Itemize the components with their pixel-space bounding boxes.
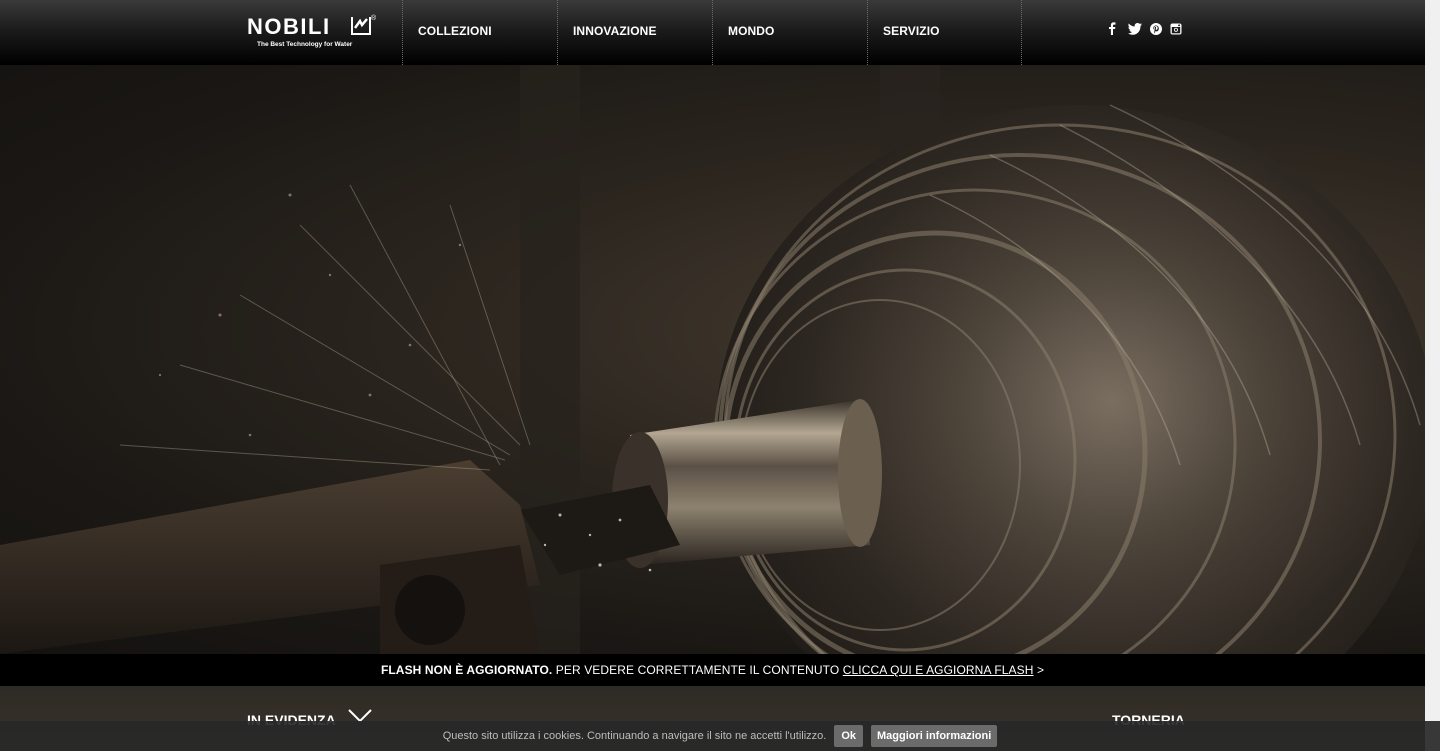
social-links (1108, 22, 1182, 36)
logo-mark-icon (351, 17, 371, 35)
logo-tagline: The Best Technology for Water (257, 41, 353, 48)
nav-item-servizio[interactable]: SERVIZIO (867, 0, 1022, 65)
logo-registered: ® (371, 15, 377, 22)
flash-update-link[interactable]: CLICCA QUI E AGGIORNA FLASH (843, 663, 1034, 677)
instagram-icon[interactable] (1170, 22, 1182, 36)
twitter-icon[interactable] (1128, 22, 1142, 36)
cookie-bar: Questo sito utilizza i cookies. Continua… (0, 721, 1440, 751)
hero-image (0, 65, 1425, 654)
pinterest-icon[interactable] (1150, 22, 1162, 36)
flash-notice-arrow: > (1033, 663, 1045, 677)
logo-wordmark: NOBILI (247, 14, 331, 39)
nobili-logo[interactable]: NOBILI ® The Best Technology for Water (247, 15, 387, 55)
nav-item-mondo[interactable]: MONDO (712, 0, 867, 65)
cookie-ok-button[interactable]: Ok (834, 725, 864, 747)
cookie-text: Questo sito utilizza i cookies. Continua… (442, 730, 827, 742)
facebook-icon[interactable] (1108, 22, 1120, 36)
flash-notice-text: PER VEDERE CORRETTAMENTE IL CONTENUTO (552, 663, 843, 677)
nav-item-innovazione[interactable]: INNOVAZIONE (557, 0, 712, 65)
cookie-more-info-button[interactable]: Maggiori informazioni (871, 725, 998, 747)
scrollbar-track[interactable] (1425, 0, 1440, 751)
flash-notice-bar: FLASH NON È AGGIORNATO. PER VEDERE CORRE… (0, 654, 1425, 686)
nav-item-collezioni[interactable]: COLLEZIONI (402, 0, 557, 65)
flash-notice-bold: FLASH NON È AGGIORNATO. (380, 663, 553, 677)
lathe-illustration (0, 65, 1425, 654)
main-nav: COLLEZIONI INNOVAZIONE MONDO SERVIZIO (402, 0, 1022, 65)
site-header: NOBILI ® The Best Technology for Water C… (0, 0, 1425, 65)
